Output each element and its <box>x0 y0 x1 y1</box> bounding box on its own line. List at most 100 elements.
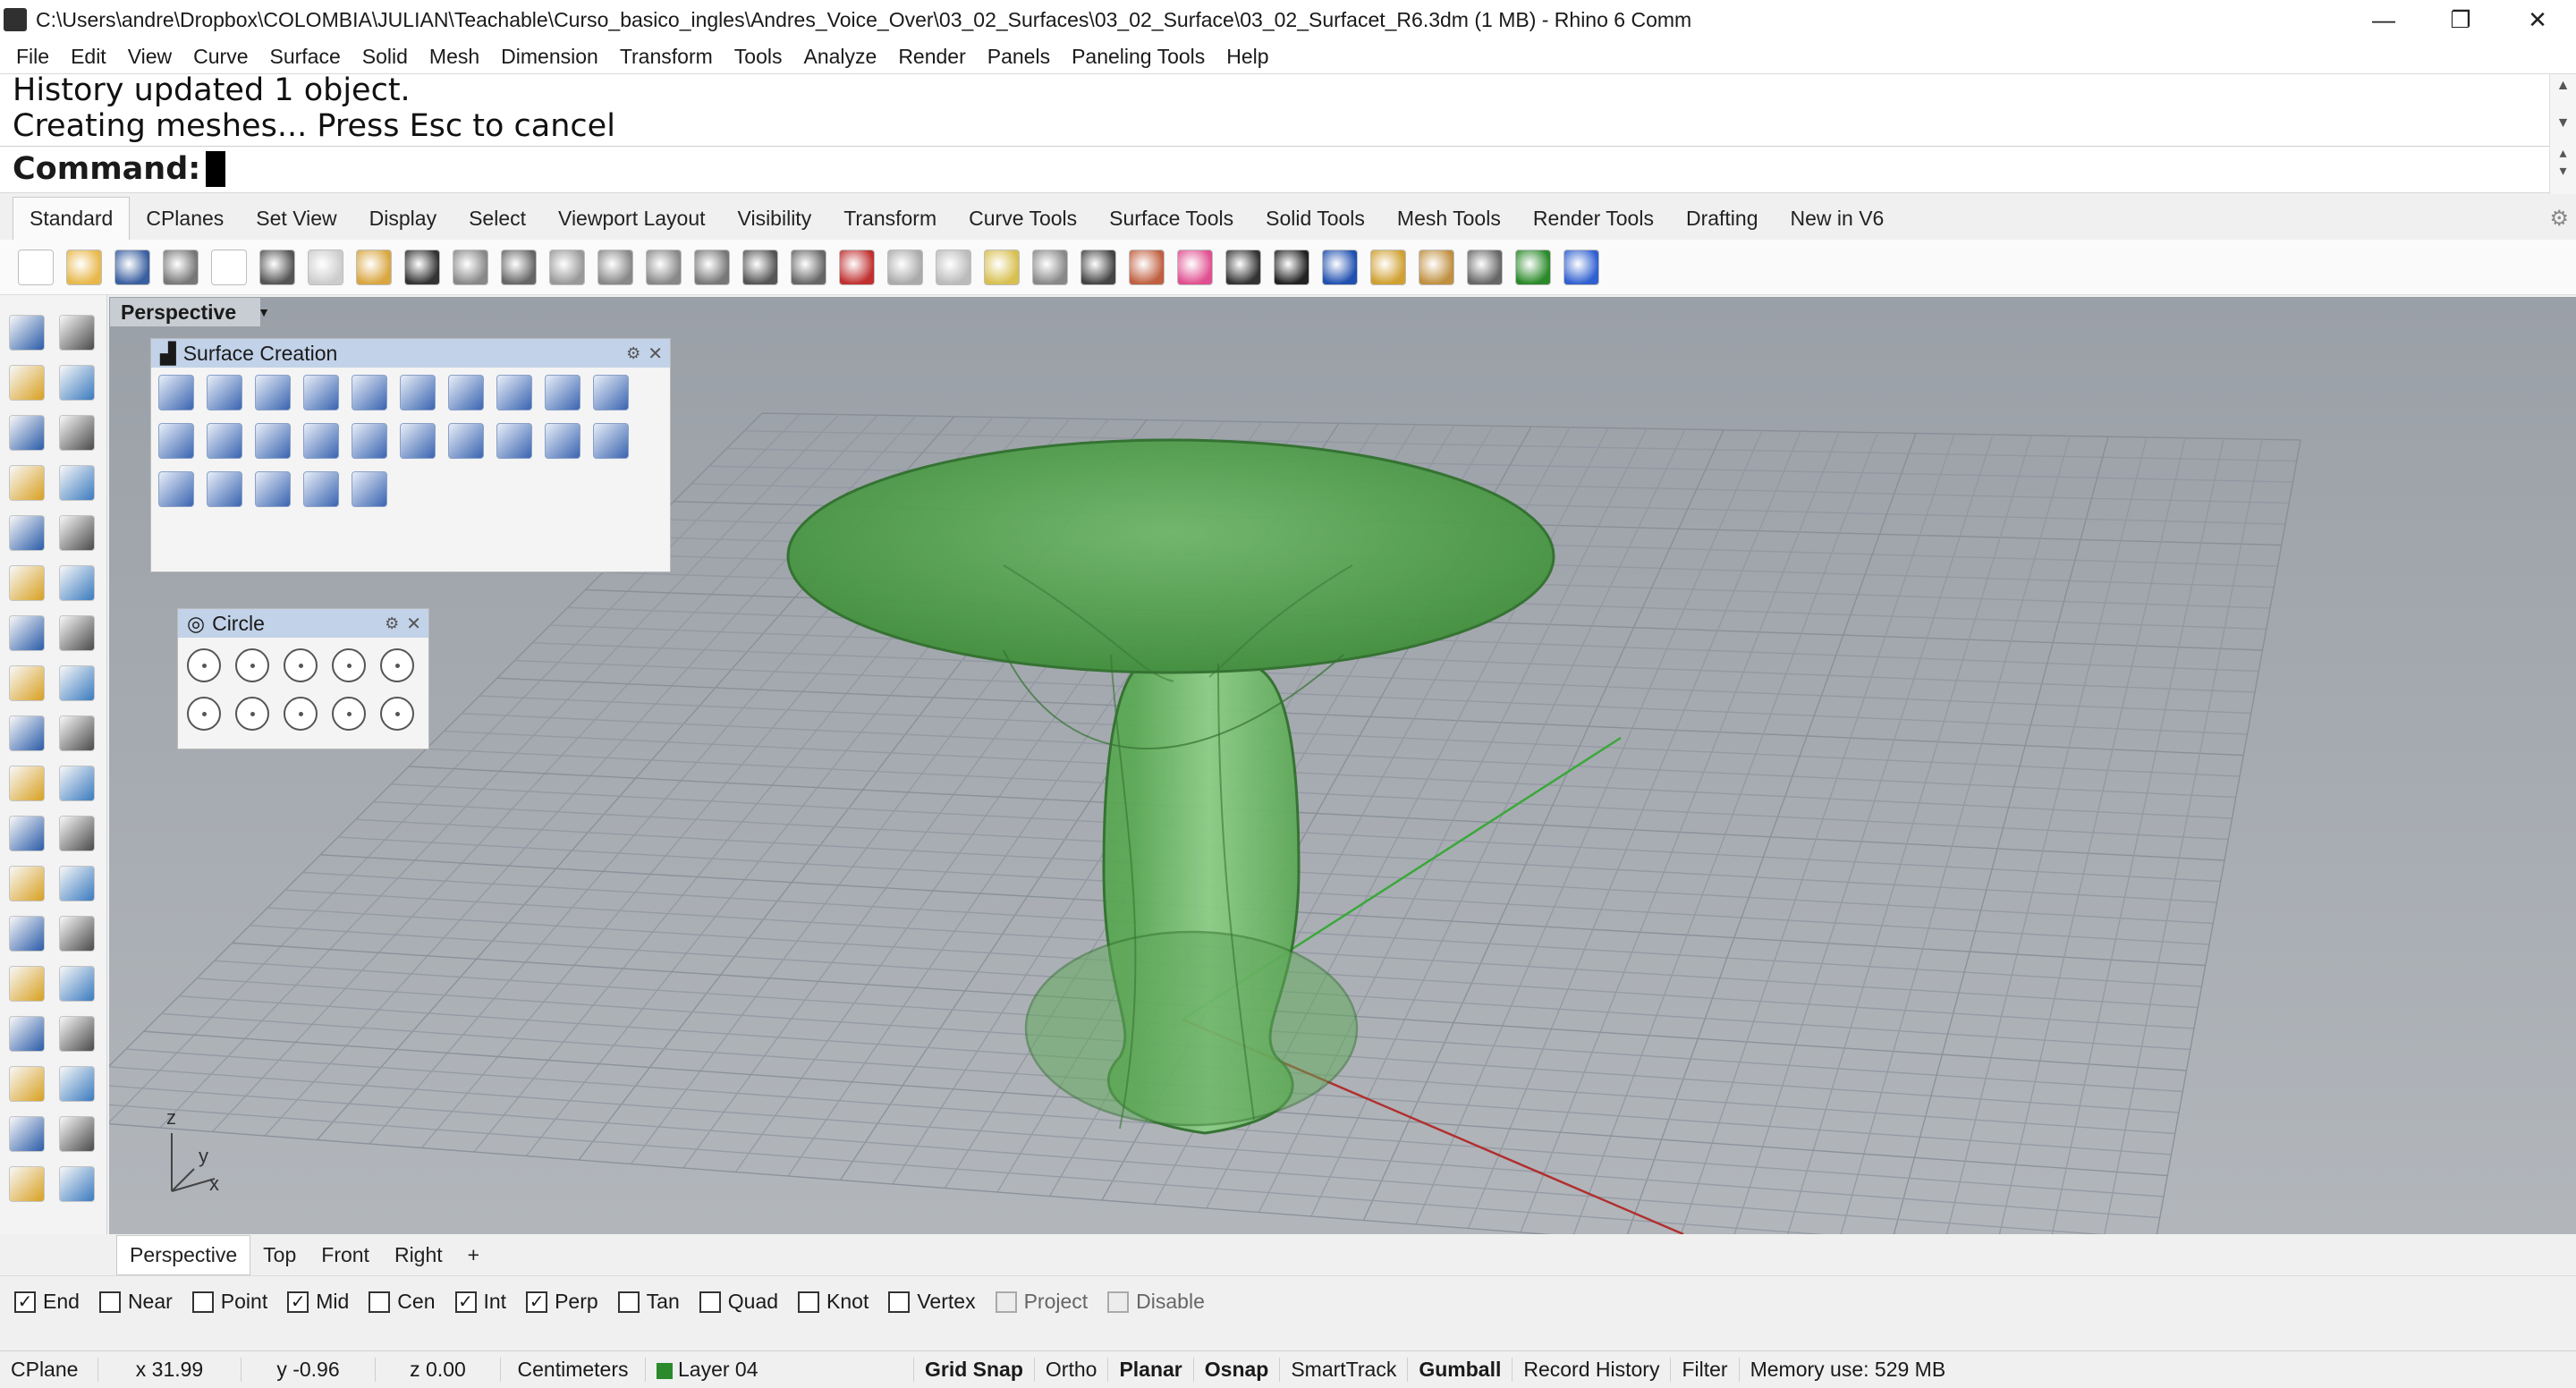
osnap-point[interactable]: Point <box>191 1290 267 1314</box>
menu-surface[interactable]: Surface <box>259 45 352 69</box>
menu-file[interactable]: File <box>5 45 60 69</box>
tab-standard[interactable]: Standard <box>13 197 131 240</box>
viewport-tab-top[interactable]: Top <box>250 1236 309 1274</box>
menu-paneling-tools[interactable]: Paneling Tools <box>1061 45 1216 69</box>
grid-icon[interactable] <box>887 249 923 285</box>
osnap-int[interactable]: ✓ Int <box>454 1290 506 1314</box>
circle-3pt-icon[interactable] <box>284 648 318 682</box>
viewport-tab-perspective[interactable]: Perspective <box>116 1234 251 1275</box>
planar-surface-icon[interactable] <box>448 375 484 410</box>
osnap-mid[interactable]: ✓ Mid <box>287 1290 349 1314</box>
spin-up-icon[interactable]: ▴ <box>2550 144 2576 162</box>
minimize-button[interactable]: — <box>2345 0 2422 39</box>
circle-icon[interactable] <box>9 415 45 451</box>
osnap-checkbox[interactable]: ✓ <box>14 1291 36 1313</box>
surface-from-points-icon[interactable] <box>158 375 194 410</box>
tab-viewport-layout[interactable]: Viewport Layout <box>542 198 722 240</box>
command-scrollbar[interactable]: ▲ ▼ ▴ ▾ <box>2549 74 2576 194</box>
zoom-selected-icon[interactable] <box>694 249 730 285</box>
cylinder-icon[interactable] <box>9 665 45 701</box>
explode-icon[interactable] <box>59 715 95 751</box>
tab-surface-tools[interactable]: Surface Tools <box>1093 198 1250 240</box>
tab-drafting[interactable]: Drafting <box>1670 198 1775 240</box>
gumball-toggle[interactable]: Gumball <box>1408 1358 1513 1382</box>
chevron-up-icon[interactable]: ▲ <box>2550 78 2576 94</box>
osnap-checkbox[interactable] <box>1107 1291 1130 1313</box>
dropdown-arrow-icon[interactable]: ▼ <box>258 305 270 319</box>
curve-from-object-icon[interactable] <box>9 866 45 901</box>
ortho-toggle[interactable]: Ortho <box>1035 1358 1109 1382</box>
tab-set-view[interactable]: Set View <box>240 198 352 240</box>
rotate-view-icon[interactable] <box>742 249 778 285</box>
tab-transform[interactable]: Transform <box>827 198 953 240</box>
bulb-icon[interactable] <box>1032 249 1068 285</box>
panel-header[interactable]: ◎ Circle ⚙ ✕ <box>178 609 428 638</box>
print-icon[interactable] <box>163 249 199 285</box>
tab-curve-tools[interactable]: Curve Tools <box>953 198 1093 240</box>
circle-gear-icon[interactable] <box>380 697 414 731</box>
osnap-checkbox[interactable] <box>995 1291 1017 1313</box>
tab-select[interactable]: Select <box>453 198 542 240</box>
osnap-end[interactable]: ✓ End <box>14 1290 80 1314</box>
help-icon[interactable] <box>1563 249 1599 285</box>
blend-icon[interactable] <box>496 423 532 459</box>
light-icon[interactable] <box>984 249 1020 285</box>
sweep-icon[interactable] <box>593 375 629 410</box>
lock-icon[interactable] <box>1080 249 1116 285</box>
copy-icon[interactable] <box>308 249 343 285</box>
color-wheel-icon[interactable] <box>1177 249 1213 285</box>
rail-revolve-icon[interactable] <box>352 423 387 459</box>
block-icon[interactable] <box>9 1016 45 1052</box>
edge-surface-icon[interactable] <box>255 375 291 410</box>
circle-tangent-3-icon[interactable] <box>284 697 318 731</box>
osnap-perp[interactable]: ✓ Perp <box>526 1290 598 1314</box>
revolve-icon[interactable] <box>59 665 95 701</box>
scale-icon[interactable] <box>59 916 95 952</box>
extrude-curve-icon[interactable] <box>255 423 291 459</box>
image-surface-icon[interactable] <box>255 471 291 507</box>
perspective-viewport[interactable]: z y x Perspective ▼ ▟ Surface Creation ⚙… <box>109 297 2576 1234</box>
viewport-tab-right[interactable]: Right <box>382 1236 455 1274</box>
menu-curve[interactable]: Curve <box>182 45 258 69</box>
menu-transform[interactable]: Transform <box>609 45 724 69</box>
cone-icon[interactable] <box>400 423 436 459</box>
arc-icon[interactable] <box>9 465 45 501</box>
circle-around-curve-icon[interactable] <box>332 697 366 731</box>
osnap-tan[interactable]: Tan <box>617 1290 680 1314</box>
rectangle-surface-icon[interactable] <box>496 375 532 410</box>
plane-icon[interactable] <box>352 471 387 507</box>
fillet-icon[interactable] <box>59 515 95 551</box>
cross-icon[interactable] <box>158 423 194 459</box>
menu-help[interactable]: Help <box>1216 45 1279 69</box>
osnap-checkbox[interactable]: ✓ <box>526 1291 548 1313</box>
osnap-checkbox[interactable]: ✓ <box>287 1291 309 1313</box>
viewport-tab-front[interactable]: Front <box>309 1236 382 1274</box>
osnap-checkbox[interactable] <box>699 1291 721 1313</box>
menu-panels[interactable]: Panels <box>977 45 1061 69</box>
tab-cplanes[interactable]: CPlanes <box>130 198 240 240</box>
zoom-window-icon[interactable] <box>597 249 633 285</box>
ungroup-icon[interactable] <box>59 816 95 851</box>
tab-new-in-v6[interactable]: New in V6 <box>1775 198 1901 240</box>
flag-icon[interactable] <box>1370 249 1406 285</box>
panel-header[interactable]: ▟ Surface Creation ⚙ ✕ <box>151 339 670 368</box>
point-grid-icon[interactable] <box>303 471 339 507</box>
dimension-icon[interactable] <box>59 1016 95 1052</box>
osnap-checkbox[interactable] <box>888 1291 911 1313</box>
drape-icon[interactable] <box>158 471 194 507</box>
zoom-in-icon[interactable] <box>549 249 585 285</box>
four-views-icon[interactable] <box>791 249 826 285</box>
blue-sphere-icon[interactable] <box>1322 249 1358 285</box>
circle-tangent-icon[interactable] <box>332 648 366 682</box>
tab-display[interactable]: Display <box>353 198 453 240</box>
surface-corner-icon[interactable] <box>9 565 45 601</box>
chevron-down-icon[interactable]: ▼ <box>2550 115 2576 131</box>
grid-snap-toggle[interactable]: Grid Snap <box>914 1358 1035 1382</box>
menu-render[interactable]: Render <box>887 45 976 69</box>
extrude-surface-icon[interactable] <box>545 375 580 410</box>
sweep1-icon[interactable] <box>448 423 484 459</box>
circle-2pt-icon[interactable] <box>235 648 269 682</box>
solid-tools-icon[interactable] <box>9 1166 45 1202</box>
move-icon[interactable] <box>59 966 95 1002</box>
globe-icon[interactable] <box>1515 249 1551 285</box>
